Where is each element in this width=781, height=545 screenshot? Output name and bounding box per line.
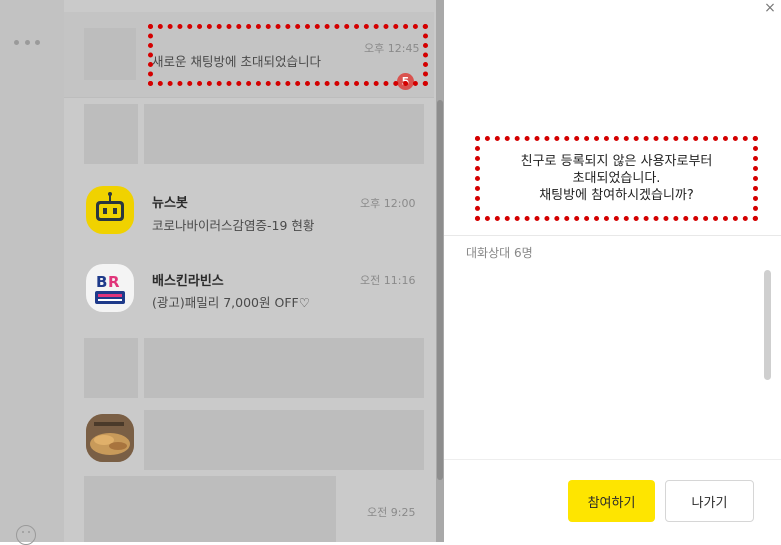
invite-line: 채팅방에 참여하시겠습니까? xyxy=(539,188,694,203)
chat-row-hidden[interactable]: 오전 9:25 xyxy=(64,476,434,542)
more-icon[interactable] xyxy=(14,37,40,47)
newsbot-avatar xyxy=(86,186,134,234)
svg-text:R: R xyxy=(108,273,120,291)
member-list-scrollbar[interactable] xyxy=(764,270,771,380)
content-placeholder xyxy=(84,476,336,542)
leave-button[interactable]: 나가기 xyxy=(665,480,754,522)
chat-name: 배스킨라빈스 xyxy=(152,274,224,289)
invite-dialog: × 친구로 등록되지 않은 사용자로부터 초대되었습니다. 채팅방에 참여하시겠… xyxy=(444,0,781,542)
baskinrobbins-avatar: B R xyxy=(86,264,134,312)
chat-row-newsbot[interactable]: 뉴스봇 코로나바이러스감염증-19 현황 오후 12:00 xyxy=(64,180,434,255)
avatar-placeholder xyxy=(84,338,138,398)
content-placeholder xyxy=(144,410,424,470)
content-placeholder xyxy=(144,104,424,164)
member-count: 대화상대 6명 xyxy=(466,246,533,260)
br-logo-icon: B R xyxy=(95,273,125,304)
divider xyxy=(444,235,781,236)
content-placeholder xyxy=(144,338,424,398)
robot-icon xyxy=(96,192,124,221)
avatar-placeholder xyxy=(84,104,138,164)
chat-name: 뉴스봇 xyxy=(152,196,188,211)
chat-row-hidden[interactable] xyxy=(64,98,434,172)
chat-time: 오후 12:00 xyxy=(360,197,416,210)
chat-list-scrollbar-thumb[interactable] xyxy=(437,100,443,480)
avatar-placeholder xyxy=(84,28,136,80)
close-icon[interactable]: × xyxy=(762,0,778,16)
divider xyxy=(444,459,781,460)
chat-row-hidden[interactable] xyxy=(64,334,434,404)
emoji-icon[interactable] xyxy=(16,525,36,545)
invite-line: 초대되었습니다. xyxy=(572,171,661,186)
food-photo-icon xyxy=(86,414,134,462)
chat-row-hidden[interactable] xyxy=(64,406,434,476)
invite-line: 친구로 등록되지 않은 사용자로부터 xyxy=(520,154,713,169)
chat-preview: 코로나바이러스감염증-19 현황 xyxy=(152,218,315,233)
chat-time: 오전 9:25 xyxy=(367,506,416,519)
chat-preview: (광고)패밀리 7,000원 OFF♡ xyxy=(152,295,310,310)
chat-row-baskinrobbins[interactable]: B R 배스킨라빈스 (광고)패밀리 7,000원 OFF♡ 오전 11:16 xyxy=(64,258,434,333)
join-button[interactable]: 참여하기 xyxy=(568,480,655,522)
messenger-app-dimmed: 새로운 채팅방에 초대되었습니다 오후 12:45 5 뉴스봇 코로나바이러스감… xyxy=(0,0,444,545)
svg-text:B: B xyxy=(96,273,107,291)
food-photo-avatar xyxy=(86,414,134,462)
invite-message: 친구로 등록되지 않은 사용자로부터 초대되었습니다. 채팅방에 참여하시겠습니… xyxy=(475,136,758,221)
nav-rail xyxy=(0,0,64,545)
annotation-highlight xyxy=(148,24,428,86)
chat-time: 오전 11:16 xyxy=(360,274,416,287)
